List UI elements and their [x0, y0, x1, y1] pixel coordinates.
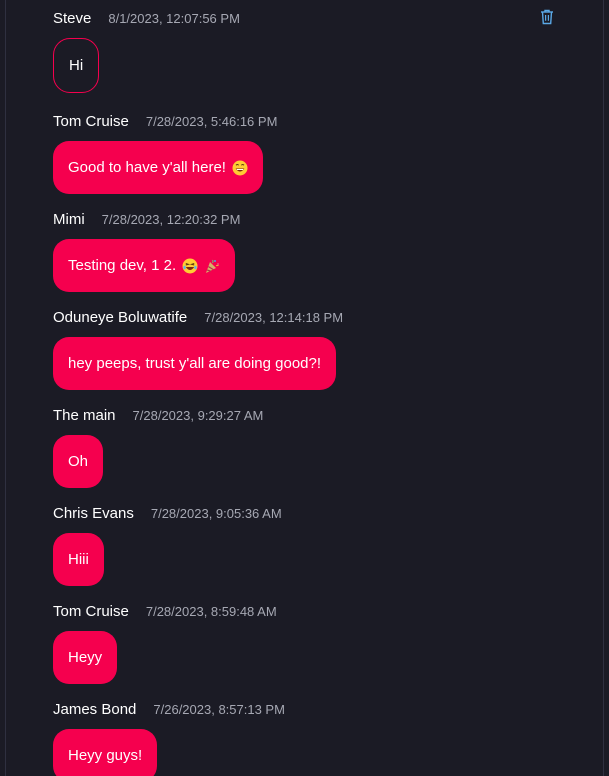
message-author: Mimi: [53, 211, 85, 228]
message-meta: The main 7/28/2023, 9:29:27 AM: [53, 407, 579, 427]
message-item: James Bond 7/26/2023, 8:57:13 PM Heyy gu…: [53, 701, 579, 776]
message-item: Steve 8/1/2023, 12:07:56 PM Hi: [53, 10, 579, 93]
message-bubble[interactable]: Hi: [53, 38, 100, 93]
message-author: Oduneye Boluwatife: [53, 309, 188, 326]
message-timestamp: 7/28/2023, 12:20:32 PM: [101, 212, 241, 227]
message-text: Heyy: [68, 649, 103, 666]
message-author: Steve: [53, 10, 92, 27]
message-text: Good to have y'all here!: [68, 159, 226, 176]
message-meta: Mimi 7/28/2023, 12:20:32 PM: [53, 211, 579, 231]
message-author: Chris Evans: [53, 505, 134, 522]
message-item: Tom Cruise 7/28/2023, 5:46:16 PM Good to…: [53, 113, 579, 194]
message-item: Tom Cruise 7/28/2023, 8:59:48 AM Heyy: [53, 603, 579, 684]
message-text: Heyy guys!: [68, 747, 143, 764]
message-timestamp: 8/1/2023, 12:07:56 PM: [108, 11, 240, 26]
message-timestamp: 7/28/2023, 12:14:18 PM: [204, 310, 344, 325]
message-item: Mimi 7/28/2023, 12:20:32 PM Testing dev,…: [53, 211, 579, 292]
grinning-face-icon: [232, 160, 248, 175]
message-item: The main 7/28/2023, 9:29:27 AM Oh: [53, 407, 579, 488]
message-bubble[interactable]: Heyy: [53, 631, 118, 684]
message-text: Hi: [69, 57, 84, 74]
message-meta: Tom Cruise 7/28/2023, 5:46:16 PM: [53, 113, 579, 133]
message-author: The main: [53, 407, 116, 424]
message-timestamp: 7/28/2023, 9:05:36 AM: [150, 506, 282, 521]
message-timestamp: 7/28/2023, 5:46:16 PM: [145, 114, 278, 129]
message-meta: Steve 8/1/2023, 12:07:56 PM: [53, 10, 579, 30]
message-meta: Tom Cruise 7/28/2023, 8:59:48 AM: [53, 603, 579, 623]
party-popper-icon: [206, 259, 220, 273]
message-bubble[interactable]: Heyy guys!: [53, 729, 158, 776]
message-text: Oh: [68, 453, 89, 470]
chat-panel: Steve 8/1/2023, 12:07:56 PM Hi Tom Cruis…: [0, 0, 609, 776]
message-author: Tom Cruise: [53, 113, 129, 130]
message-item: Chris Evans 7/28/2023, 9:05:36 AM Hiii: [53, 505, 579, 586]
message-timestamp: 7/26/2023, 8:57:13 PM: [153, 702, 285, 717]
message-bubble[interactable]: Hiii: [53, 533, 104, 586]
message-timestamp: 7/28/2023, 8:59:48 AM: [145, 604, 277, 619]
laughing-face-icon: [182, 258, 198, 273]
message-meta: Oduneye Boluwatife 7/28/2023, 12:14:18 P…: [53, 309, 579, 329]
message-author: James Bond: [53, 701, 137, 718]
message-meta: James Bond 7/26/2023, 8:57:13 PM: [53, 701, 579, 721]
message-bubble[interactable]: Good to have y'all here!: [53, 141, 263, 194]
message-item: Oduneye Boluwatife 7/28/2023, 12:14:18 P…: [53, 309, 579, 390]
message-meta: Chris Evans 7/28/2023, 9:05:36 AM: [53, 505, 579, 525]
message-text: Testing dev, 1 2.: [68, 257, 177, 274]
message-text: hey peeps, trust y'all are doing good?!: [68, 355, 322, 372]
message-author: Tom Cruise: [53, 603, 129, 620]
message-timestamp: 7/28/2023, 9:29:27 AM: [132, 408, 264, 423]
message-bubble[interactable]: hey peeps, trust y'all are doing good?!: [53, 337, 337, 390]
message-bubble[interactable]: Oh: [53, 435, 104, 488]
message-text: Hiii: [68, 551, 89, 568]
message-bubble[interactable]: Testing dev, 1 2.: [53, 239, 236, 292]
